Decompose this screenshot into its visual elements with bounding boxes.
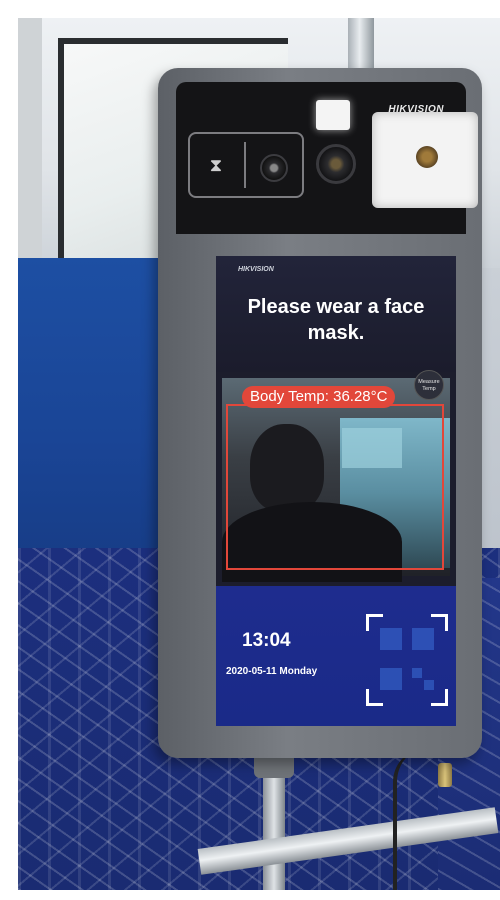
measure-temp-badge[interactable]: Measure Temp <box>414 370 444 400</box>
camera-lens-icon <box>260 154 288 182</box>
device-screen: HIKVISION Please wear a face mask. Body … <box>216 256 456 726</box>
clock-time: 13:04 <box>242 630 291 651</box>
device-mount <box>254 758 294 778</box>
screen-brand-logo: HIKVISION <box>238 266 274 273</box>
temperature-badge: Body Temp: 36.28°C <box>242 386 396 408</box>
power-cable <box>393 748 427 890</box>
clock-date: 2020-05-11 Monday <box>226 666 318 677</box>
bus-pillar <box>18 18 42 278</box>
qr-scan-frame[interactable] <box>366 614 448 706</box>
camera-divider <box>244 142 246 188</box>
qr-scanner-window <box>372 112 478 208</box>
temperature-terminal: HIKVISION ⧗ HIKVISION Please wear a face… <box>158 68 482 758</box>
qr-code-icon <box>380 628 434 692</box>
camera-module: HIKVISION ⧗ <box>176 82 478 234</box>
face-detection-box <box>226 404 444 570</box>
main-camera-lens <box>316 144 356 184</box>
fill-light <box>316 100 350 130</box>
thermal-camera-box: ⧗ <box>188 132 304 198</box>
camera-feed: Body Temp: 36.28°C Measure Temp <box>222 370 450 582</box>
ir-sensor-icon: ⧗ <box>209 155 223 175</box>
screen-footer: 13:04 2020-05-11 Monday <box>216 586 456 726</box>
mask-prompt: Please wear a face mask. <box>247 296 425 344</box>
cable-connector <box>438 763 452 787</box>
screen-header: HIKVISION Please wear a face mask. <box>216 256 456 372</box>
photo-scene: HIKVISION ⧗ HIKVISION Please wear a face… <box>18 18 500 890</box>
qr-scanner-lens <box>416 146 438 168</box>
